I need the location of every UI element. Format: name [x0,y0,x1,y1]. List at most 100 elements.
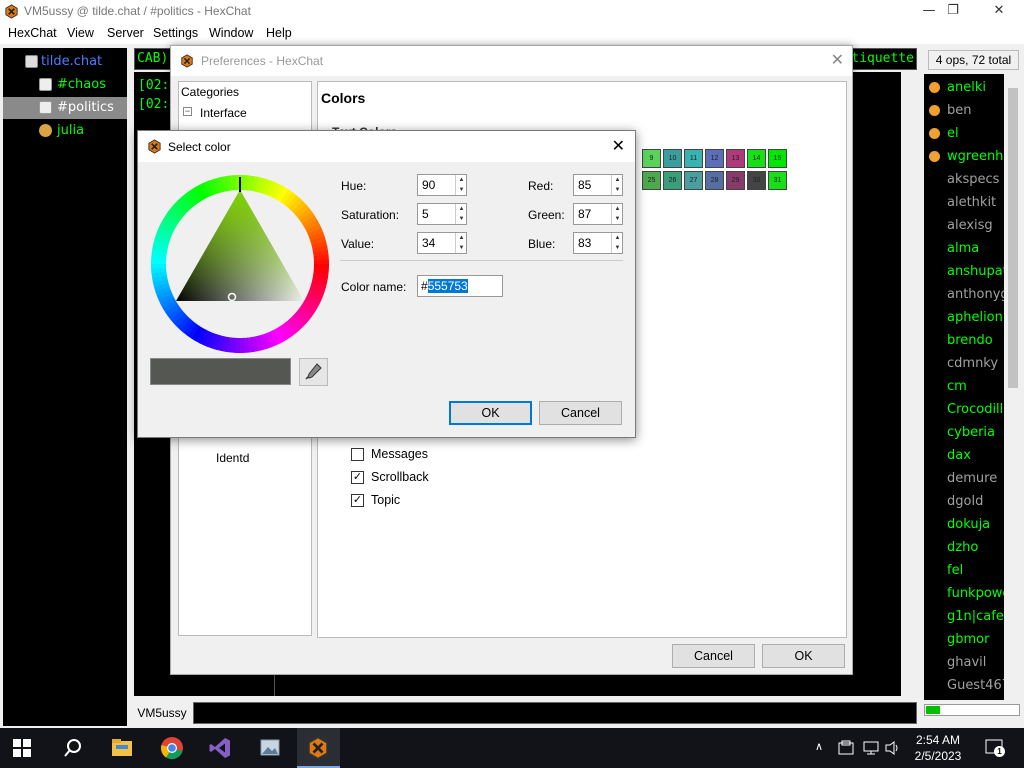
clock[interactable]: 2:54 AM 2/5/2023 [908,732,968,764]
user-list-item[interactable]: dgold [924,490,1004,513]
increment-icon[interactable]: ▲ [457,204,466,214]
user-list-item[interactable]: akspecs [924,168,1004,191]
color-swatch[interactable]: 25 [642,171,661,190]
red-spinbox[interactable]: 85 ▲ ▼ [573,174,623,196]
scroll-thumb[interactable] [1008,88,1018,388]
color-swatch[interactable]: 9 [642,149,661,168]
green-spinbox[interactable]: 87 ▲ ▼ [573,203,623,225]
user-list-item[interactable]: alma [924,237,1004,260]
checkbox-box[interactable] [351,448,364,461]
value-spinbox[interactable]: 34 ▲ ▼ [417,232,467,254]
select-color-close-button[interactable]: ✕ [612,136,625,155]
user-list-item[interactable]: anthonyg [924,283,1004,306]
tree-item-julia[interactable]: julia [3,120,127,142]
user-list-item[interactable]: dokuja [924,513,1004,536]
increment-icon[interactable]: ▲ [457,233,466,243]
hue-spinbox[interactable]: 90 ▲ ▼ [417,174,467,196]
color-swatch[interactable]: 28 [705,171,724,190]
tree-item-server[interactable]: tilde.chat [3,51,127,73]
user-list-item[interactable]: wgreenhouse [924,145,1004,168]
color-swatch[interactable]: 13 [726,149,745,168]
user-list-item[interactable]: ben [924,99,1004,122]
volume-icon[interactable] [884,740,902,756]
visual-studio-icon[interactable] [208,736,232,760]
network-icon[interactable] [862,740,880,756]
user-list-item[interactable]: brendo [924,329,1004,352]
preferences-cancel-button[interactable]: Cancel [672,644,755,668]
user-list-item[interactable]: Guest4671 [924,674,1004,697]
chat-scrollbar[interactable] [901,72,917,696]
menu-settings[interactable]: Settings [153,26,198,40]
user-list-scrollbar[interactable] [1006,74,1020,700]
user-list-item[interactable]: cdmnky [924,352,1004,375]
search-icon[interactable] [61,736,85,760]
select-color-cancel-button[interactable]: Cancel [539,401,622,425]
menu-server[interactable]: Server [107,26,144,40]
color-swatch[interactable]: 14 [747,149,766,168]
user-list-item[interactable]: demure [924,467,1004,490]
notification-center-button[interactable]: 1 [984,737,1005,757]
color-swatch[interactable]: 30 [747,171,766,190]
decrement-icon[interactable]: ▼ [613,185,622,195]
saturation-spinbox[interactable]: 5 ▲ ▼ [417,203,467,225]
user-list-item[interactable]: g1n|cafe [924,605,1004,628]
checkbox-box[interactable]: ✓ [351,471,364,484]
user-list-item[interactable]: alethkit [924,191,1004,214]
user-list-item[interactable]: el [924,122,1004,145]
user-list-item[interactable]: ghavil [924,651,1004,674]
user-list-item[interactable]: fel [924,559,1004,582]
menu-hexchat[interactable]: HexChat [8,26,57,40]
menu-window[interactable]: Window [209,26,253,40]
color-swatch[interactable]: 11 [684,149,703,168]
maximize-button[interactable]: ❐ [930,0,976,23]
color-name-input[interactable]: #555753 [417,275,503,297]
preferences-ok-button[interactable]: OK [762,644,845,668]
close-window-button[interactable]: ✕ [976,0,1022,23]
color-swatch[interactable]: 15 [768,149,787,168]
hexchat-taskbar-button[interactable] [297,728,340,768]
user-list-item[interactable]: dzho [924,536,1004,559]
photos-icon[interactable] [258,736,282,760]
menu-help[interactable]: Help [266,26,292,40]
nick-button[interactable]: VM5ussy [134,702,190,724]
user-list-item[interactable]: dax [924,444,1004,467]
menu-view[interactable]: View [67,26,94,40]
decrement-icon[interactable]: ▼ [457,243,466,253]
increment-icon[interactable]: ▲ [613,204,622,214]
tree-item-politics[interactable]: #politics [3,97,127,119]
user-list-item[interactable]: gbmor [924,628,1004,651]
color-swatch[interactable]: 10 [663,149,682,168]
checkbox-box[interactable]: ✓ [351,494,364,507]
color-swatch[interactable]: 31 [768,171,787,190]
increment-icon[interactable]: ▲ [613,233,622,243]
user-list-item[interactable]: cm [924,375,1004,398]
increment-icon[interactable]: ▲ [613,175,622,185]
user-list-item[interactable]: cyberia [924,421,1004,444]
decrement-icon[interactable]: ▼ [457,185,466,195]
increment-icon[interactable]: ▲ [457,175,466,185]
collapse-icon[interactable]: − [183,107,192,116]
tree-item-chaos[interactable]: #chaos [3,74,127,96]
preferences-close-button[interactable]: ✕ [831,50,844,69]
color-swatch[interactable]: 12 [705,149,724,168]
user-list-item[interactable]: funkpower [924,582,1004,605]
decrement-icon[interactable]: ▼ [613,214,622,224]
color-swatch[interactable]: 26 [663,171,682,190]
file-explorer-icon[interactable] [110,736,134,760]
user-list-item[interactable]: Crocodillian [924,398,1004,421]
color-swatch[interactable]: 27 [684,171,703,190]
user-list-item[interactable]: aphelion [924,306,1004,329]
decrement-icon[interactable]: ▼ [613,243,622,253]
eyedropper-button[interactable] [299,358,328,386]
color-swatch[interactable]: 29 [726,171,745,190]
decrement-icon[interactable]: ▼ [457,214,466,224]
color-wheel[interactable] [151,175,329,353]
security-icon[interactable] [838,740,856,756]
user-list-item[interactable]: anshupatil [924,260,1004,283]
chrome-icon[interactable] [160,736,184,760]
select-color-ok-button[interactable]: OK [449,401,532,425]
category-identd[interactable]: Identd [216,451,249,465]
message-input[interactable] [193,702,917,724]
blue-spinbox[interactable]: 83 ▲ ▼ [573,232,623,254]
category-interface[interactable]: Interface [200,106,247,120]
